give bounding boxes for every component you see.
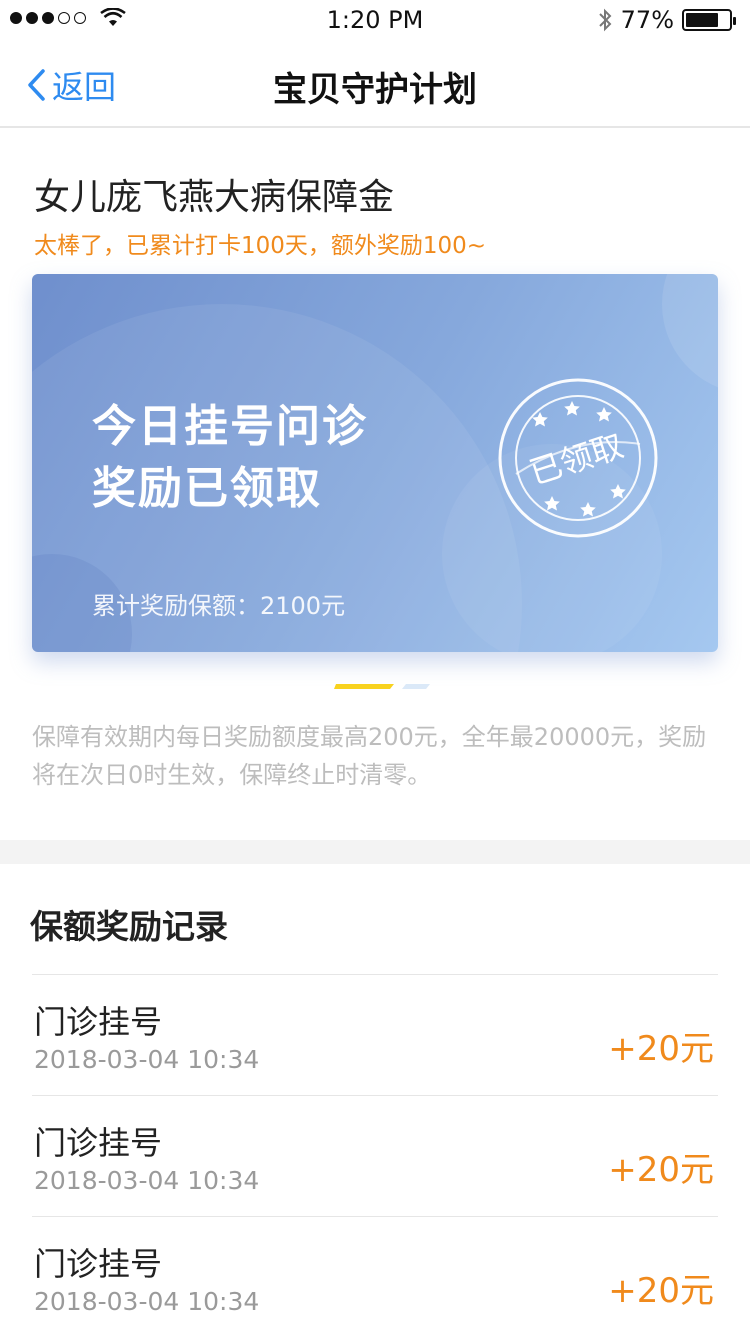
record-row[interactable]: 门诊挂号 2018-03-04 10:34 +20元 xyxy=(32,1216,718,1337)
card-status: 奖励已领取 xyxy=(92,463,322,514)
record-label: 门诊挂号 xyxy=(34,1245,163,1283)
record-label: 门诊挂号 xyxy=(34,1124,163,1162)
plan-subtitle: 太棒了，已累计打卡100天，额外奖励100~ xyxy=(34,233,487,259)
status-bar: 1:20 PM 77% xyxy=(0,0,750,40)
page-title: 宝贝守护计划 xyxy=(273,70,477,110)
bluetooth-icon xyxy=(598,8,612,32)
received-stamp-icon: 已领取 xyxy=(498,378,658,538)
nav-bar: 返回 宝贝守护计划 xyxy=(0,40,750,128)
records-title: 保额奖励记录 xyxy=(30,907,228,946)
carousel-indicator xyxy=(334,684,430,689)
reward-rules-notice: 保障有效期内每日奖励额度最高200元，全年最20000元，奖励将在次日0时生效，… xyxy=(32,723,707,789)
record-row[interactable]: 门诊挂号 2018-03-04 10:34 +20元 xyxy=(32,1095,718,1216)
record-time: 2018-03-04 10:34 xyxy=(34,1287,260,1316)
battery-percent: 77% xyxy=(620,6,674,34)
card-headline: 今日挂号问诊 xyxy=(92,401,368,452)
record-time: 2018-03-04 10:34 xyxy=(34,1166,260,1195)
records-list: 门诊挂号 2018-03-04 10:34 +20元 门诊挂号 2018-03-04 1… xyxy=(32,974,718,1337)
record-time: 2018-03-04 10:34 xyxy=(34,1045,260,1074)
stamp-label: 已领取 xyxy=(525,426,628,492)
section-divider xyxy=(0,840,750,864)
record-amount: +20元 xyxy=(608,1271,714,1311)
record-label: 门诊挂号 xyxy=(34,1003,163,1041)
plan-title: 女儿庞飞燕大病保障金 xyxy=(34,177,395,218)
record-amount: +20元 xyxy=(608,1150,714,1190)
battery-icon xyxy=(682,9,736,31)
battery-fill xyxy=(686,13,719,27)
record-amount: +20元 xyxy=(608,1029,714,1069)
card-total: 累计奖励保额：2100元 xyxy=(92,592,346,620)
reward-card[interactable]: 今日挂号问诊 奖励已领取 累计奖励保额：2100元 已领取 xyxy=(32,274,718,652)
record-row[interactable]: 门诊挂号 2018-03-04 10:34 +20元 xyxy=(32,974,718,1095)
